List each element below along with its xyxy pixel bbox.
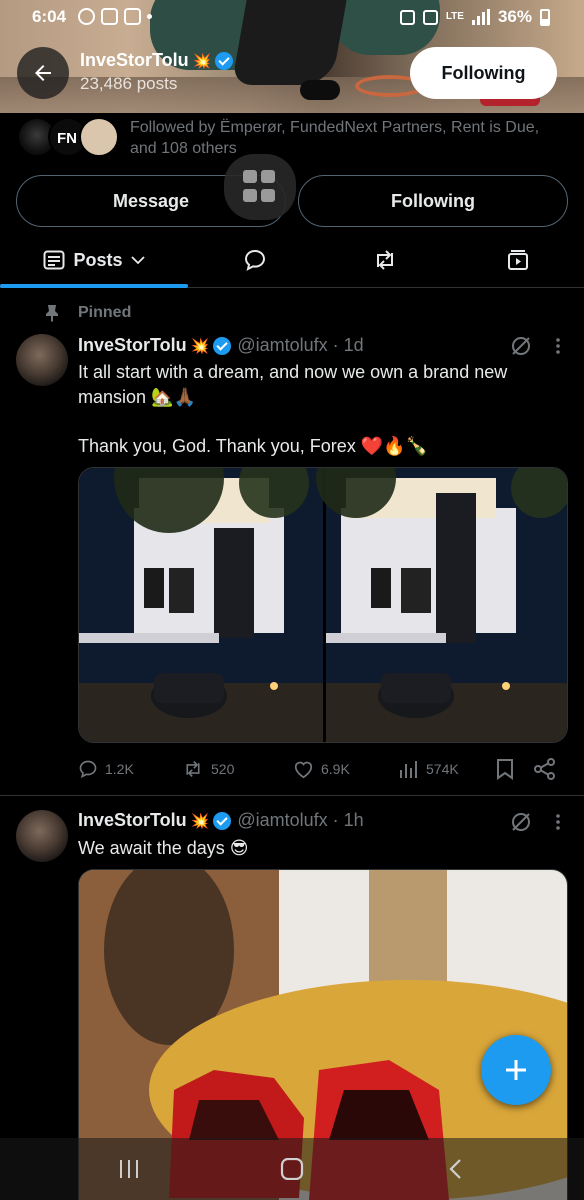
compose-post-button[interactable]: [481, 1035, 551, 1105]
speech-bubble-icon: [244, 249, 266, 271]
tab-reposts[interactable]: [330, 232, 440, 288]
pinned-label: Pinned: [44, 304, 131, 322]
reply-icon: [79, 760, 97, 779]
home-icon[interactable]: [280, 1158, 304, 1180]
alarm-icon: [422, 9, 438, 25]
pin-icon: [46, 305, 58, 322]
svg-text:FN: FN: [57, 130, 77, 147]
media-icon: [508, 250, 528, 270]
plus-icon: [506, 1060, 526, 1080]
post-header: InveStorTolu 💥 @iamtolufx · 1h: [78, 810, 364, 831]
mail-icon: [101, 8, 118, 25]
following-button[interactable]: Following: [298, 175, 568, 227]
grok-icon[interactable]: [509, 810, 533, 834]
chevron-down-icon: [130, 256, 145, 265]
mute-icon: [399, 9, 415, 25]
back-nav-icon[interactable]: [448, 1158, 462, 1180]
repost-count: 520: [211, 761, 235, 777]
post-avatar[interactable]: [16, 334, 68, 386]
status-bar: 6:04 LTE 36%: [0, 0, 584, 36]
post-handle-time: @iamtolufx · 1h: [237, 810, 364, 830]
profile-tabs: Posts: [0, 232, 584, 288]
post-text-line2: Thank you, God. Thank you, Forex ❤️🔥🍾: [78, 436, 429, 456]
more-options-icon[interactable]: [555, 813, 561, 831]
post-author-name[interactable]: InveStorTolu: [78, 335, 187, 356]
repost-icon: [377, 250, 393, 270]
tab-replies[interactable]: [200, 232, 310, 288]
signal-icon: [471, 9, 490, 25]
more-options-icon[interactable]: [555, 337, 561, 355]
post-avatar[interactable]: [16, 810, 68, 862]
active-tab-indicator: [0, 284, 188, 288]
like-count: 6.9K: [321, 761, 350, 777]
reply-count: 1.2K: [105, 761, 134, 777]
posts-list-icon: [43, 250, 65, 270]
bookmark-icon: [497, 759, 513, 780]
explosion-emoji-icon: 💥: [190, 812, 210, 830]
bookmark-action[interactable]: [496, 758, 534, 780]
followed-by-text[interactable]: Followed by Ëmperør, FundedNext Partners…: [130, 117, 570, 159]
share-action[interactable]: [534, 758, 556, 780]
post-divider: [0, 795, 584, 796]
explosion-emoji-icon: 💥: [192, 52, 212, 70]
like-action[interactable]: 6.9K: [293, 760, 399, 779]
share-icon: [534, 758, 555, 780]
back-button[interactable]: [17, 47, 69, 99]
tab-media[interactable]: [463, 232, 573, 288]
battery-icon: [540, 8, 550, 26]
post-author-name[interactable]: InveStorTolu: [78, 810, 187, 831]
arrow-left-icon: [35, 65, 51, 81]
reply-action[interactable]: 1.2K: [78, 759, 182, 779]
heart-icon: [294, 761, 313, 778]
whatsapp-icon: [78, 8, 95, 25]
follower-avatar[interactable]: [79, 117, 119, 157]
system-icons: LTE 36%: [399, 7, 550, 27]
post-handle-time: @iamtolufx · 1d: [237, 335, 364, 355]
post-text: It all start with a dream, and now we ow…: [78, 362, 508, 407]
views-chart-icon: [400, 761, 417, 778]
apps-grid-button[interactable]: [224, 154, 296, 220]
battery-percent: 36%: [497, 7, 532, 26]
header-title: InveStorTolu 💥: [80, 50, 234, 71]
network-type: LTE: [445, 11, 464, 22]
repost-icon: [186, 761, 200, 777]
explosion-emoji-icon: 💥: [190, 337, 210, 355]
system-navigation-bar: [0, 1138, 584, 1200]
posts-count: 23,486 posts: [80, 74, 178, 93]
status-time: 6:04: [32, 7, 67, 26]
repost-action[interactable]: 520: [182, 760, 293, 778]
mansion-photo[interactable]: [79, 468, 568, 743]
header-name: InveStorTolu: [80, 50, 189, 70]
following-button-header[interactable]: Following: [410, 47, 557, 99]
verified-badge-icon: [213, 811, 232, 830]
view-count: 574K: [426, 761, 459, 777]
verified-badge-icon: [213, 336, 232, 355]
notification-icons: [78, 8, 152, 25]
more-notifications-icon: [147, 14, 152, 19]
tab-posts-label: Posts: [73, 249, 123, 270]
post-header: InveStorTolu 💥 @iamtolufx · 1d: [78, 335, 364, 356]
post-text: We await the days 😎: [78, 838, 249, 858]
views-action[interactable]: 574K: [399, 760, 496, 778]
post-actions: 1.2K 520 6.9K 574K: [78, 757, 568, 781]
verified-badge-icon: [215, 51, 234, 70]
tab-posts[interactable]: Posts: [0, 232, 188, 288]
post-header-actions: [509, 810, 561, 834]
grok-icon[interactable]: [509, 334, 533, 358]
post-header-actions: [509, 334, 561, 358]
recent-apps-icon[interactable]: [118, 1158, 140, 1180]
pinned-text: Pinned: [78, 304, 132, 321]
post-media[interactable]: [78, 467, 568, 743]
app-notification-icon: [124, 8, 141, 25]
